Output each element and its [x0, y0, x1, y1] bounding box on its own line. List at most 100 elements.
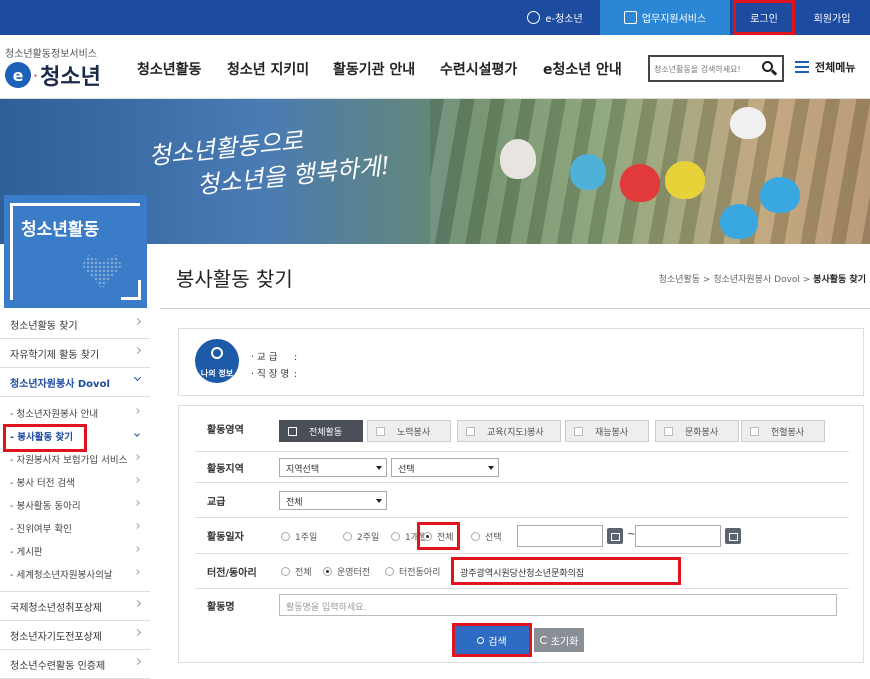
sidebar-sub-site-search[interactable]: - 봉사 터전 검색 — [0, 470, 150, 493]
join-link[interactable]: 회원가입 — [797, 0, 867, 35]
site-logo[interactable]: e · 청소년 — [5, 59, 101, 91]
date-radio-1week[interactable]: 1주일 — [281, 530, 317, 543]
chevron-right-icon — [134, 477, 140, 483]
check-icon — [623, 11, 637, 24]
dropdown-arrow-icon — [488, 466, 494, 470]
region-select-sub[interactable]: 선택 — [391, 458, 499, 477]
reset-button[interactable]: 초기화 — [534, 628, 584, 652]
sidebar-sub-find-volunteer[interactable]: - 봉사활동 찾기 — [0, 424, 150, 452]
date-start-input[interactable] — [517, 525, 603, 547]
my-info-badge: 나의 정보 — [195, 339, 239, 383]
sidebar-header: 청소년활동 — [4, 195, 147, 308]
checkbox-icon — [466, 426, 475, 436]
sidebar-sub-volunteer-guide[interactable]: - 청소년자원봉사 안내 — [0, 401, 150, 424]
area-tab-all[interactable]: 전체활동 — [279, 420, 363, 442]
chevron-right-icon — [134, 454, 140, 460]
search-icon[interactable] — [760, 60, 778, 78]
breadcrumb: 청소년활동 > 청소년자원봉사 Dovol > 봉사활동 찾기 — [658, 275, 866, 285]
chevron-down-icon — [133, 373, 142, 382]
all-menu-button[interactable]: 전체메뉴 — [795, 59, 855, 75]
form-row-date: 활동일자 1주일 2주일 1개월 전체 선택 ~ — [195, 518, 849, 554]
site-radio-all[interactable]: 전체 — [281, 565, 312, 578]
date-radio-all[interactable]: 전체 — [417, 522, 460, 550]
logo-text: 청소년 — [40, 65, 101, 90]
nav-e-youth-guide[interactable]: e청소년 안내 — [543, 59, 622, 79]
helmet-shape — [730, 107, 766, 139]
search-button[interactable]: 검색 — [452, 623, 532, 657]
nav-youth-guard[interactable]: 청소년 지키미 — [227, 59, 309, 79]
chevron-right-icon — [133, 599, 142, 608]
chevron-right-icon — [134, 408, 140, 414]
form-row-area: 활동영역 전체활동 노력봉사 교육(지도)봉사 재능봉사 문화봉사 헌혈봉사 — [195, 406, 849, 452]
breadcrumb-item[interactable]: 청소년활동 — [659, 275, 700, 285]
date-radio-custom[interactable]: 선택 — [471, 530, 502, 543]
checkbox-icon — [664, 426, 673, 436]
chevron-right-icon — [133, 657, 142, 666]
chevron-right-icon — [134, 546, 140, 552]
user-icon — [211, 347, 223, 359]
area-tab-labor[interactable]: 노력봉사 — [367, 420, 451, 442]
dropdown-arrow-icon — [376, 499, 382, 503]
my-info-fields: · 교 급 : · 직 장 명 : — [251, 352, 298, 380]
e-youth-link[interactable]: e-청소년 — [510, 0, 600, 35]
region-select-area[interactable]: 지역선택 — [279, 458, 387, 477]
page-title: 봉사활동 찾기 — [176, 267, 293, 291]
nav-youth-activity[interactable]: 청소년활동 — [137, 59, 201, 79]
chevron-right-icon — [133, 628, 142, 637]
sidebar-item-activity-search[interactable]: 청소년활동 찾기 — [0, 310, 150, 339]
header-search — [648, 55, 784, 82]
sidebar-sub-insurance[interactable]: - 자원봉사자 보험가입 서비스 — [0, 447, 150, 470]
date-end-input[interactable] — [635, 525, 721, 547]
area-tab-talent[interactable]: 재능봉사 — [565, 420, 649, 442]
chevron-down-icon — [134, 431, 140, 437]
checkbox-icon — [574, 426, 583, 436]
chevron-right-icon — [134, 523, 140, 529]
logo-e-icon: e — [5, 62, 31, 88]
date-radio-2week[interactable]: 2주일 — [343, 530, 379, 543]
helmet-shape — [500, 139, 536, 179]
nav-institution-guide[interactable]: 활동기관 안내 — [333, 59, 415, 79]
calendar-icon[interactable] — [725, 528, 741, 544]
my-info-box: 나의 정보 · 교 급 : · 직 장 명 : — [178, 328, 864, 396]
calendar-icon[interactable] — [607, 528, 623, 544]
breadcrumb-current: 봉사활동 찾기 — [813, 275, 866, 285]
logo-dot: · — [33, 65, 39, 85]
checkbox-icon — [288, 426, 297, 436]
work-support-link[interactable]: 업무지원서비스 — [600, 0, 730, 35]
breadcrumb-item[interactable]: 청소년자원봉사 Dovol — [713, 275, 800, 285]
sidebar-item-intl-award[interactable]: 국제청소년성취포상제 — [0, 592, 150, 621]
header-search-input[interactable] — [654, 61, 758, 77]
smile-icon — [527, 11, 541, 24]
school-select[interactable]: 전체 — [279, 491, 387, 510]
search-icon — [477, 636, 485, 644]
site-header: 청소년활동정보서비스 e · 청소년 청소년활동 청소년 지키미 활동기관 안내… — [0, 35, 870, 99]
checkbox-icon — [376, 426, 385, 436]
sidebar-submenu: - 청소년자원봉사 안내 - 봉사활동 찾기 - 자원봉사자 보험가입 서비스 … — [0, 397, 150, 592]
activity-name-input[interactable]: 활동명을 입력하세요. — [279, 594, 837, 616]
form-row-region: 활동지역 지역선택 선택 — [195, 452, 849, 483]
nav-facility-evaluation[interactable]: 수련시설평가 — [440, 59, 517, 79]
area-tab-culture[interactable]: 문화봉사 — [655, 420, 739, 442]
form-row-school: 교급 전체 — [195, 483, 849, 518]
area-tab-blood[interactable]: 헌혈봉사 — [741, 420, 825, 442]
sidebar-sub-board[interactable]: - 게시판 — [0, 539, 150, 562]
sidebar-sub-verify[interactable]: - 진위여부 확인 — [0, 516, 150, 539]
login-link[interactable]: 로그인 — [733, 0, 795, 35]
sidebar-item-dovol[interactable]: 청소년자원봉사 Dovol — [0, 368, 150, 397]
checkbox-icon — [750, 426, 759, 436]
hamburger-icon — [795, 61, 809, 73]
helmet-shape — [570, 154, 606, 190]
logo-subtitle: 청소년활동정보서비스 — [5, 49, 97, 60]
sidebar-sub-club[interactable]: - 봉사활동 동아리 — [0, 493, 150, 516]
site-input[interactable]: 광주광역시원당산청소년문화의집 — [451, 557, 681, 585]
sidebar-sub-world-day[interactable]: - 세계청소년자원봉사의날 — [0, 562, 150, 585]
form-row-site: 터전/동아리 전체 운영터전 터전동아리 광주광역시원당산청소년문화의집 — [195, 554, 849, 589]
area-tab-education[interactable]: 교육(지도)봉사 — [457, 420, 561, 442]
banner-slogan: 청소년활동으로 청소년을 행복하게! — [147, 126, 392, 200]
site-radio-operating[interactable]: 운영터전 — [323, 565, 370, 578]
sidebar-item-free-semester[interactable]: 자유학기제 활동 찾기 — [0, 339, 150, 368]
sidebar-item-certification[interactable]: 청소년수련활동 인증제 — [0, 650, 150, 679]
helmet-shape — [760, 177, 800, 213]
sidebar-item-self-challenge[interactable]: 청소년자기도전포상제 — [0, 621, 150, 650]
site-radio-club[interactable]: 터전동아리 — [385, 565, 440, 578]
